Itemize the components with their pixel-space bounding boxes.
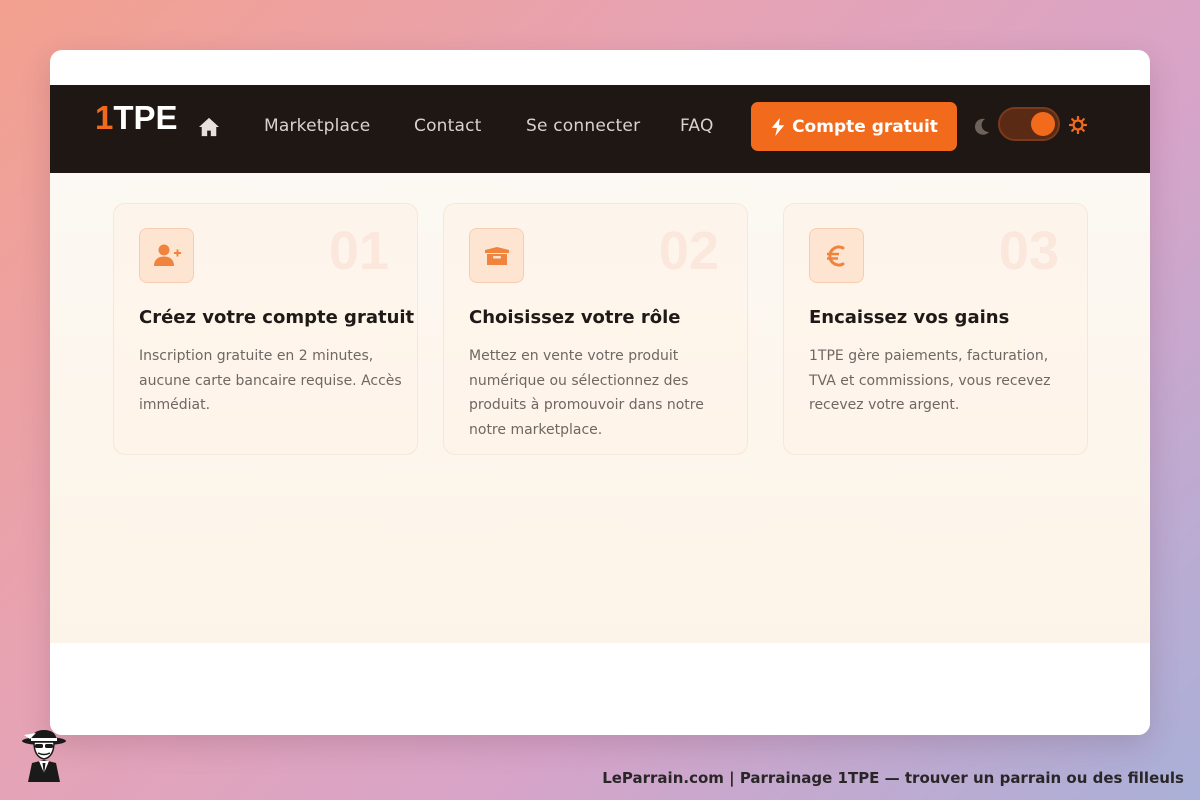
step-description: 1TPE gère paiements, facturation, TVA et… [809,348,1051,413]
step-number: 01 [328,221,389,281]
step-title: Encaissez vos gains [809,307,1010,328]
moon-icon [974,118,989,135]
free-account-button[interactable]: Compte gratuit [751,102,957,151]
step-title: Créez votre compte gratuit [139,307,415,328]
steps-section: 01 Créez votre compte gratuit Inscriptio… [50,173,1150,643]
toggle-knob [1031,112,1055,136]
step-card-3: 03 Encaissez vos gains 1TPE gère paiemen… [783,203,1088,455]
browser-window: 1TPE Marketplace Contact Se connecter FA… [50,50,1150,735]
footer-caption: LeParrain.com | Parrainage 1TPE — trouve… [602,769,1184,787]
step-description: Mettez en vente votre produit numérique … [469,348,704,438]
sun-icon [1069,116,1087,134]
step-icon-box [139,228,194,283]
step-title: Choisissez votre rôle [469,307,681,328]
step-icon-box [809,228,864,283]
home-icon[interactable] [198,117,220,137]
nav-link-marketplace[interactable]: Marketplace [264,116,370,136]
theme-toggle[interactable] [998,107,1060,141]
step-card-1: 01 Créez votre compte gratuit Inscriptio… [113,203,418,455]
lightning-icon [771,117,785,136]
user-plus-icon [153,244,181,266]
logo[interactable]: 1TPE [95,99,178,137]
leparrain-mascot-icon [22,730,66,782]
box-icon [484,246,509,265]
navbar: 1TPE Marketplace Contact Se connecter FA… [50,85,1150,173]
step-icon-box [469,228,524,283]
euro-icon [826,245,844,266]
nav-link-contact[interactable]: Contact [414,116,482,136]
page-bottom [50,643,1150,735]
step-number: 03 [998,221,1059,281]
free-account-label: Compte gratuit [792,116,938,137]
step-number: 02 [658,221,719,281]
step-card-2: 02 Choisissez votre rôle Mettez en vente… [443,203,748,455]
nav-link-faq[interactable]: FAQ [680,116,714,136]
nav-link-login[interactable]: Se connecter [526,116,640,136]
step-description: Inscription gratuite en 2 minutes, aucun… [139,348,402,413]
